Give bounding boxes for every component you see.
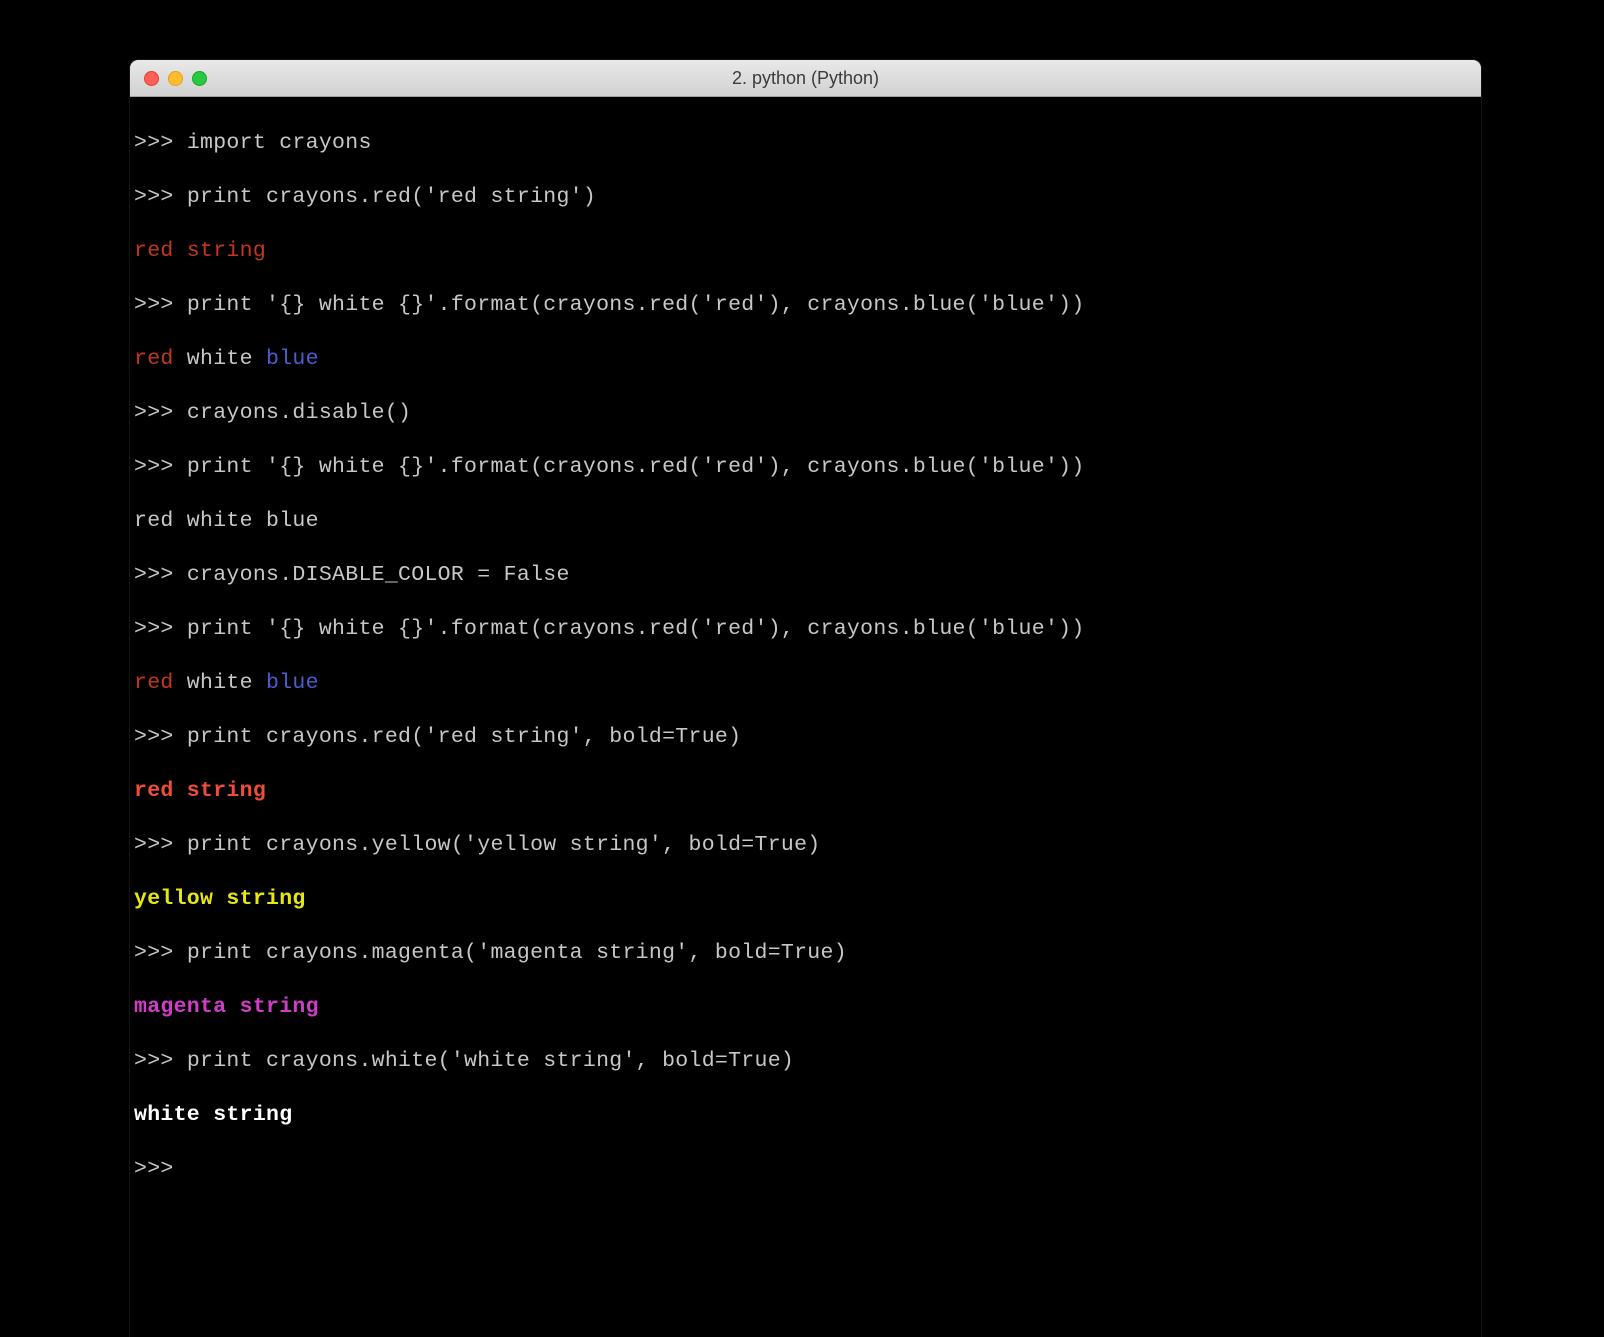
prompt: >>>	[134, 1049, 187, 1073]
prompt-line: >>> import crayons	[134, 130, 1481, 157]
code: import crayons	[187, 131, 372, 155]
output-red: red	[134, 347, 174, 371]
code: print '{} white {}'.format(crayons.red('…	[187, 293, 1085, 317]
terminal-body[interactable]: >>> import crayons >>> print crayons.red…	[130, 97, 1481, 1337]
terminal-window: 2. python (Python) >>> import crayons >>…	[130, 60, 1481, 1337]
prompt-line: >>>	[134, 1156, 1481, 1183]
code: crayons.disable()	[187, 401, 411, 425]
output-line: red white blue	[134, 508, 1481, 535]
output-red: red	[134, 671, 174, 695]
code: print '{} white {}'.format(crayons.red('…	[187, 455, 1085, 479]
prompt-line: >>> crayons.disable()	[134, 400, 1481, 427]
prompt: >>>	[134, 617, 187, 641]
prompt-line: >>> print crayons.red('red string')	[134, 184, 1481, 211]
prompt: >>>	[134, 563, 187, 587]
prompt: >>>	[134, 1157, 187, 1181]
window-title: 2. python (Python)	[130, 68, 1481, 89]
prompt: >>>	[134, 185, 187, 209]
output-line: white string	[134, 1102, 1481, 1129]
output-line: red white blue	[134, 670, 1481, 697]
output-line: yellow string	[134, 886, 1481, 913]
code: print '{} white {}'.format(crayons.red('…	[187, 617, 1085, 641]
code: print crayons.red('red string')	[187, 185, 596, 209]
code: print crayons.white('white string', bold…	[187, 1049, 794, 1073]
prompt-line: >>> print '{} white {}'.format(crayons.r…	[134, 616, 1481, 643]
output-blue: blue	[266, 347, 319, 371]
output-white: white	[174, 347, 266, 371]
prompt: >>>	[134, 455, 187, 479]
prompt-line: >>> print crayons.magenta('magenta strin…	[134, 940, 1481, 967]
prompt-line: >>> print crayons.white('white string', …	[134, 1048, 1481, 1075]
code: print crayons.magenta('magenta string', …	[187, 941, 847, 965]
prompt: >>>	[134, 293, 187, 317]
prompt-line: >>> crayons.DISABLE_COLOR = False	[134, 562, 1481, 589]
code: print crayons.red('red string', bold=Tru…	[187, 725, 742, 749]
code: crayons.DISABLE_COLOR = False	[187, 563, 570, 587]
titlebar[interactable]: 2. python (Python)	[130, 60, 1481, 97]
output-blue: blue	[266, 671, 319, 695]
prompt: >>>	[134, 401, 187, 425]
prompt: >>>	[134, 833, 187, 857]
prompt-line: >>> print '{} white {}'.format(crayons.r…	[134, 454, 1481, 481]
prompt: >>>	[134, 941, 187, 965]
minimize-icon[interactable]	[168, 71, 183, 86]
prompt-line: >>> print crayons.yellow('yellow string'…	[134, 832, 1481, 859]
output-line: red string	[134, 238, 1481, 265]
zoom-icon[interactable]	[192, 71, 207, 86]
code: print crayons.yellow('yellow string', bo…	[187, 833, 821, 857]
output-line: magenta string	[134, 994, 1481, 1021]
output-line: red white blue	[134, 346, 1481, 373]
prompt-line: >>> print '{} white {}'.format(crayons.r…	[134, 292, 1481, 319]
traffic-lights	[130, 71, 207, 86]
output-white: white	[174, 671, 266, 695]
prompt: >>>	[134, 725, 187, 749]
prompt-line: >>> print crayons.red('red string', bold…	[134, 724, 1481, 751]
output-line: red string	[134, 778, 1481, 805]
prompt: >>>	[134, 131, 187, 155]
close-icon[interactable]	[144, 71, 159, 86]
